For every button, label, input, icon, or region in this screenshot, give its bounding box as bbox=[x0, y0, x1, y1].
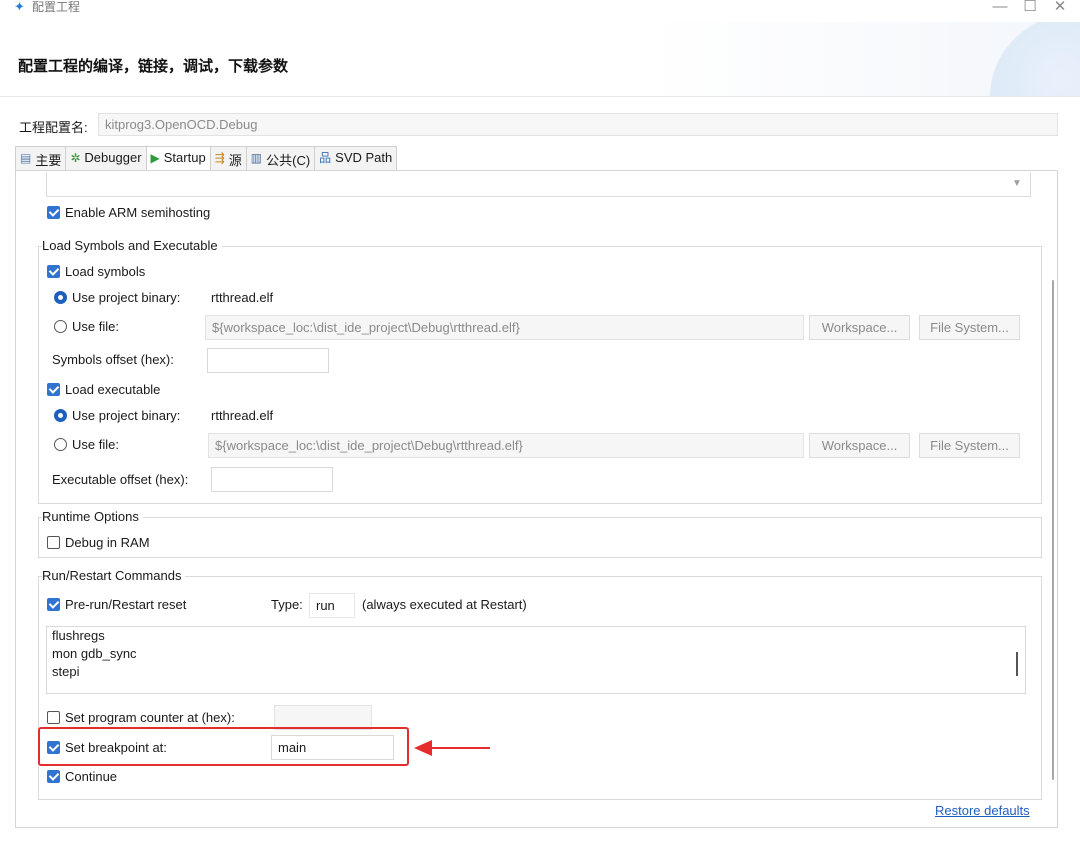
symbols-use-project-radio[interactable] bbox=[54, 291, 67, 304]
document-icon: ▤ bbox=[20, 151, 32, 165]
config-name-label: 工程配置名: bbox=[19, 120, 88, 135]
highlight-box bbox=[38, 727, 409, 766]
command-line: mon gdb_sync bbox=[52, 646, 137, 661]
run-restart-group-title: Run/Restart Commands bbox=[42, 568, 186, 584]
type-label: Type: bbox=[271, 597, 303, 612]
runtime-group bbox=[38, 517, 1042, 558]
app-star-icon: ✦ bbox=[14, 0, 25, 14]
minimize-button[interactable]: — bbox=[990, 0, 1010, 16]
symbols-use-file-label: Use file: bbox=[72, 319, 119, 334]
dialog-title: 配置工程的编译，链接，调试，下载参数 bbox=[18, 58, 289, 75]
annotation-arrow-icon bbox=[414, 740, 432, 756]
tab-label: Startup bbox=[163, 150, 206, 165]
symbols-offset-label: Symbols offset (hex): bbox=[52, 352, 174, 367]
source-icon: ⇶ bbox=[214, 151, 225, 165]
symbols-workspace-button[interactable]: Workspace... bbox=[809, 315, 910, 340]
close-button[interactable]: ✕ bbox=[1050, 0, 1070, 16]
exe-use-project-radio[interactable] bbox=[54, 409, 67, 422]
symbols-file-path[interactable]: ${workspace_loc:\dist_ide_project\Debug\… bbox=[205, 315, 804, 340]
set-pc-label: Set program counter at (hex): bbox=[65, 710, 235, 725]
load-executable-label: Load executable bbox=[65, 382, 161, 397]
continue-checkbox[interactable] bbox=[47, 770, 60, 783]
symbols-offset-input[interactable] bbox=[207, 348, 329, 373]
exe-project-binary: rtthread.elf bbox=[211, 408, 274, 423]
symbols-use-file-radio[interactable] bbox=[54, 320, 67, 333]
exe-offset-input[interactable] bbox=[211, 467, 333, 492]
tab-label: 源 bbox=[228, 153, 242, 168]
exe-use-file-radio[interactable] bbox=[54, 438, 67, 451]
maximize-button[interactable]: ☐ bbox=[1020, 0, 1040, 16]
load-executable-checkbox[interactable] bbox=[47, 383, 60, 396]
pre-run-reset-label: Pre-run/Restart reset bbox=[65, 597, 187, 612]
init-commands-box[interactable] bbox=[46, 172, 1031, 197]
run-arrow-icon: ▶ bbox=[150, 151, 160, 165]
commands-scrollbar-thumb[interactable] bbox=[1016, 652, 1018, 676]
annotation-arrow-line bbox=[428, 747, 490, 749]
load-group-title: Load Symbols and Executable bbox=[42, 238, 222, 254]
pre-run-reset-checkbox[interactable] bbox=[47, 598, 60, 611]
restart-commands-textarea[interactable] bbox=[46, 626, 1026, 694]
panel-scrollbar-thumb[interactable] bbox=[1052, 280, 1054, 780]
symbols-use-project-label: Use project binary: bbox=[72, 290, 181, 305]
tab-label: 主要 bbox=[35, 153, 62, 168]
header-decoration bbox=[990, 22, 1080, 96]
tab-source[interactable]: ⇶ 源 bbox=[209, 146, 246, 171]
window-title: 配置工程 bbox=[32, 0, 81, 14]
tab-label: SVD Path bbox=[335, 150, 393, 165]
exe-workspace-button[interactable]: Workspace... bbox=[809, 433, 910, 458]
svd-tree-icon: 品 bbox=[319, 151, 332, 165]
load-symbols-checkbox[interactable] bbox=[47, 265, 60, 278]
symbols-filesystem-button[interactable]: File System... bbox=[919, 315, 1020, 340]
restore-defaults-link[interactable]: Restore defaults bbox=[935, 803, 1030, 818]
tab-main[interactable]: ▤ 主要 bbox=[15, 146, 66, 171]
type-input[interactable]: run bbox=[309, 593, 355, 618]
semihosting-checkbox[interactable] bbox=[47, 206, 60, 219]
window-titlebar: ✦ 配置工程 — ☐ ✕ bbox=[0, 0, 1080, 22]
exe-filesystem-button[interactable]: File System... bbox=[919, 433, 1020, 458]
exe-use-project-label: Use project binary: bbox=[72, 408, 181, 423]
command-line: stepi bbox=[52, 664, 80, 679]
exe-offset-label: Executable offset (hex): bbox=[52, 472, 189, 487]
exe-file-path[interactable]: ${workspace_loc:\dist_ide_project\Debug\… bbox=[208, 433, 804, 458]
chevron-down-icon[interactable]: ▼ bbox=[1012, 178, 1022, 189]
continue-label: Continue bbox=[65, 769, 118, 784]
debug-in-ram-checkbox[interactable] bbox=[47, 536, 60, 549]
tab-startup[interactable]: ▶ Startup bbox=[145, 146, 210, 171]
header-divider bbox=[0, 96, 1080, 97]
common-icon: ▥ bbox=[250, 151, 263, 165]
set-pc-checkbox[interactable] bbox=[47, 711, 60, 724]
tab-common[interactable]: ▥ 公共(C) bbox=[245, 146, 315, 171]
dialog-header: 配置工程的编译，链接，调试，下载参数 bbox=[0, 22, 1080, 96]
runtime-group-title: Runtime Options bbox=[42, 509, 143, 525]
exe-use-file-label: Use file: bbox=[72, 437, 119, 452]
symbols-project-binary: rtthread.elf bbox=[211, 290, 274, 305]
tab-svd-path[interactable]: 品 SVD Path bbox=[314, 146, 398, 171]
tab-debugger[interactable]: ✲ Debugger bbox=[65, 146, 146, 171]
type-note: (always executed at Restart) bbox=[362, 597, 527, 612]
load-symbols-label: Load symbols bbox=[65, 264, 146, 279]
command-line: flushregs bbox=[52, 628, 105, 643]
semihosting-label: Enable ARM semihosting bbox=[65, 205, 211, 220]
tab-label: 公共(C) bbox=[266, 153, 311, 168]
tab-label: Debugger bbox=[84, 150, 142, 165]
config-name-field[interactable]: kitprog3.OpenOCD.Debug bbox=[98, 113, 1058, 136]
debugger-bug-icon: ✲ bbox=[70, 151, 81, 165]
tab-bar: ▤ 主要 ✲ Debugger ▶ Startup ⇶ 源 ▥ 公共(C) 品 … bbox=[15, 146, 398, 171]
load-group bbox=[38, 246, 1042, 504]
debug-in-ram-label: Debug in RAM bbox=[65, 535, 150, 550]
